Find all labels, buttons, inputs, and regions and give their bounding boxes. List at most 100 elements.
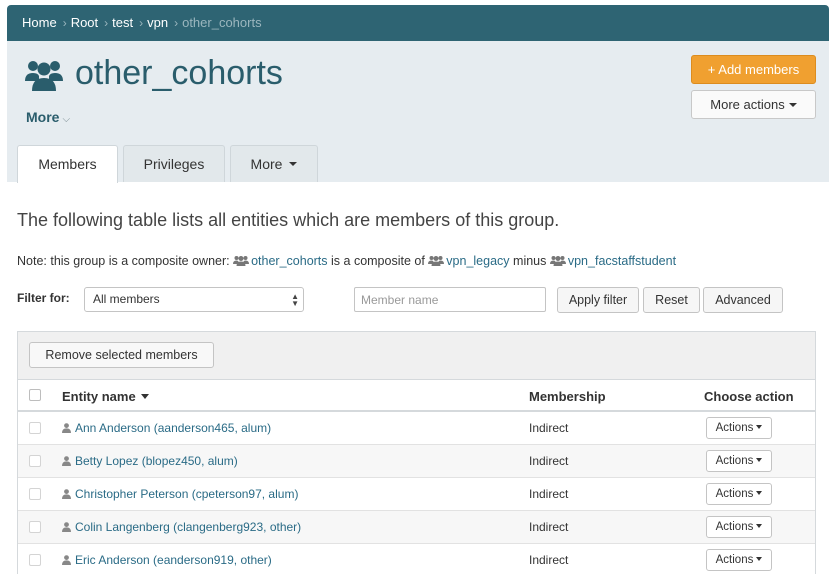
select-all-checkbox[interactable]	[29, 389, 41, 401]
tab-more-label: More	[250, 156, 283, 172]
entity-link[interactable]: Colin Langenberg (clangenberg923, other)	[62, 520, 301, 534]
page-title: other_cohorts	[75, 54, 283, 92]
table-row: Eric Anderson (eanderson919, other) Indi…	[18, 544, 815, 574]
membership-type: Indirect	[529, 454, 569, 468]
membership-header: Membership	[529, 389, 606, 404]
breadcrumb-vpn[interactable]: vpn	[147, 15, 168, 30]
intro-text: The following table lists all entities w…	[17, 210, 560, 230]
members-table-panel: Remove selected members Entity name Memb…	[17, 331, 816, 574]
breadcrumb: Home › Root › test › vpn › other_cohorts	[22, 15, 262, 31]
entity-name: Ann Anderson (aanderson465, alum)	[75, 421, 272, 435]
note-op: minus	[513, 254, 547, 268]
remove-selected-button[interactable]: Remove selected members	[29, 342, 214, 368]
right-factor-link[interactable]: vpn_facstaffstudent	[568, 254, 676, 268]
advanced-label: Advanced	[715, 293, 771, 307]
actions-button[interactable]: Actions	[706, 549, 772, 571]
breadcrumb-separator: ›	[104, 16, 109, 30]
group-icon	[233, 256, 250, 266]
row-checkbox[interactable]	[29, 455, 41, 467]
member-filter-value: All members	[93, 292, 160, 306]
table-row: Betty Lopez (blopez450, alum) Indirect A…	[18, 445, 815, 478]
actions-label: Actions	[715, 521, 754, 533]
caret-down-icon	[756, 424, 763, 429]
group-icon	[428, 256, 445, 266]
caret-down-icon	[289, 162, 298, 167]
reset-label: Reset	[655, 293, 688, 307]
breadcrumb-separator: ›	[62, 16, 67, 30]
actions-label: Actions	[715, 422, 754, 434]
caret-down-icon	[756, 457, 763, 462]
person-icon	[62, 555, 71, 565]
membership-type: Indirect	[529, 487, 569, 501]
person-icon	[62, 456, 71, 466]
choose-action-header: Choose action	[704, 389, 794, 404]
member-filter-select[interactable]: All members ▲ ▼	[84, 287, 304, 312]
actions-button[interactable]: Actions	[706, 516, 772, 538]
entity-link[interactable]: Eric Anderson (eanderson919, other)	[62, 553, 272, 567]
left-factor-link[interactable]: vpn_legacy	[446, 254, 509, 268]
group-header: other_cohorts More ⌵ + Add members More a…	[7, 41, 829, 183]
tab-privileges[interactable]: Privileges	[123, 145, 225, 182]
table-row: Ann Anderson (aanderson465, alum) Indire…	[18, 412, 815, 445]
person-icon	[62, 423, 71, 433]
membership-type: Indirect	[529, 520, 569, 534]
more-actions-button[interactable]: More actions	[691, 90, 816, 119]
group-icon	[549, 256, 566, 266]
member-name-input[interactable]	[354, 287, 546, 312]
breadcrumb-root[interactable]: Root	[71, 15, 98, 30]
breadcrumb-bar: Home › Root › test › vpn › other_cohorts	[7, 5, 829, 41]
actions-label: Actions	[715, 488, 754, 500]
tab-more[interactable]: More	[230, 145, 318, 182]
add-members-label: + Add members	[707, 62, 800, 77]
membership-type: Indirect	[529, 553, 569, 567]
advanced-button[interactable]: Advanced	[703, 287, 783, 313]
caret-down-icon	[756, 490, 763, 495]
entity-link[interactable]: Christopher Peterson (cpeterson97, alum)	[62, 487, 298, 501]
entity-name: Colin Langenberg (clangenberg923, other)	[75, 520, 302, 534]
person-icon	[62, 522, 71, 532]
apply-filter-button[interactable]: Apply filter	[557, 287, 639, 313]
table-row: Christopher Peterson (cpeterson97, alum)…	[18, 478, 815, 511]
caret-down-icon	[756, 523, 763, 528]
reset-button[interactable]: Reset	[643, 287, 700, 313]
breadcrumb-home[interactable]: Home	[22, 15, 57, 30]
row-checkbox[interactable]	[29, 422, 41, 434]
breadcrumb-separator: ›	[174, 16, 179, 30]
add-members-button[interactable]: + Add members	[691, 55, 816, 84]
entity-link[interactable]: Betty Lopez (blopez450, alum)	[62, 454, 238, 468]
caret-down-icon	[756, 556, 763, 561]
entity-name: Betty Lopez (blopez450, alum)	[75, 454, 238, 468]
table-row: Colin Langenberg (clangenberg923, other)…	[18, 511, 815, 544]
select-arrows-icon: ▲ ▼	[291, 292, 299, 308]
more-dropdown-link[interactable]: More ⌵	[26, 109, 70, 125]
tab-privileges-label: Privileges	[143, 156, 205, 172]
entity-name: Eric Anderson (eanderson919, other)	[75, 553, 272, 567]
note-prefix: Note: this group is a composite owner:	[17, 254, 230, 268]
actions-label: Actions	[715, 554, 754, 566]
more-link-label: More	[26, 109, 60, 125]
actions-button[interactable]: Actions	[706, 417, 772, 439]
actions-button[interactable]: Actions	[706, 450, 772, 472]
sort-desc-icon	[140, 394, 149, 400]
apply-filter-label: Apply filter	[568, 293, 628, 307]
actions-button[interactable]: Actions	[706, 483, 772, 505]
group-icon	[25, 61, 63, 91]
note-mid: is a composite of	[331, 254, 425, 268]
tab-members[interactable]: Members	[17, 145, 118, 183]
row-checkbox[interactable]	[29, 554, 41, 566]
person-icon	[62, 489, 71, 499]
entity-name-header-label: Entity name	[62, 389, 136, 404]
table-header: Entity name Membership Choose action	[18, 380, 815, 412]
actions-label: Actions	[715, 455, 754, 467]
tab-members-label: Members	[38, 156, 97, 172]
composite-group-link[interactable]: other_cohorts	[251, 254, 327, 268]
more-actions-label: More actions	[710, 97, 785, 112]
filter-label: Filter for:	[17, 291, 70, 305]
entity-link[interactable]: Ann Anderson (aanderson465, alum)	[62, 421, 271, 435]
row-checkbox[interactable]	[29, 488, 41, 500]
row-checkbox[interactable]	[29, 521, 41, 533]
table-toolbar: Remove selected members	[18, 332, 815, 380]
breadcrumb-test[interactable]: test	[112, 15, 133, 30]
entity-name: Christopher Peterson (cpeterson97, alum)	[75, 487, 299, 501]
entity-name-header[interactable]: Entity name	[62, 389, 149, 404]
